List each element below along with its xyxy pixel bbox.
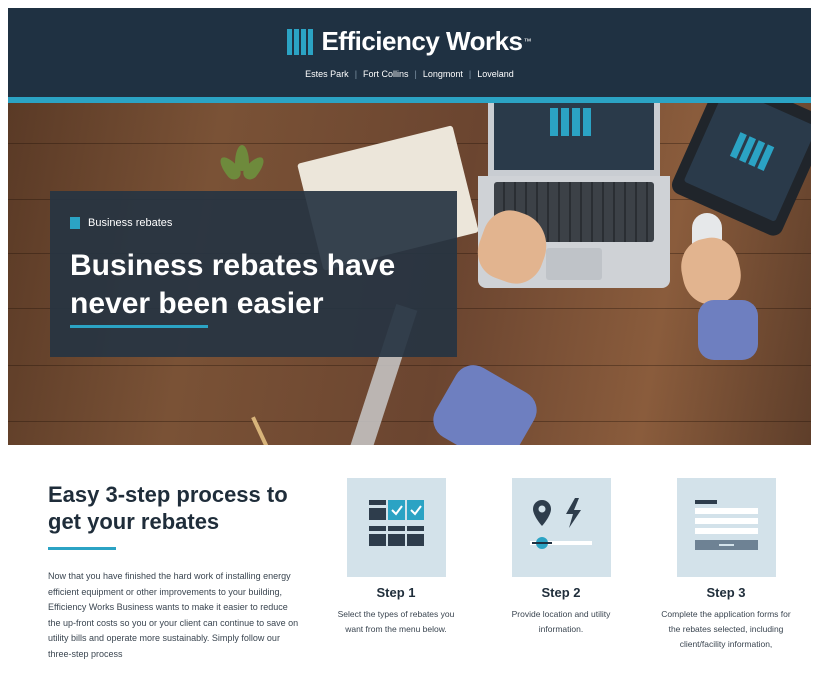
square-bullet-icon <box>70 217 80 229</box>
site-header: Efficiency Works ™ Estes Park | Fort Col… <box>8 8 811 99</box>
city-link-estes-park[interactable]: Estes Park <box>305 69 349 79</box>
process-description: Now that you have finished the hard work… <box>48 571 299 659</box>
application-form-icon <box>676 478 776 577</box>
city-link-longmont[interactable]: Longmont <box>423 69 463 79</box>
checklist-grid-icon <box>346 478 446 577</box>
brand-name: Efficiency Works <box>321 26 523 56</box>
process-title-underline <box>48 547 116 550</box>
city-separator: | <box>414 69 417 79</box>
tablet-image <box>668 103 811 239</box>
plant-image <box>213 143 273 183</box>
city-link-loveland[interactable]: Loveland <box>477 69 514 79</box>
laptop-screen-image <box>488 103 660 176</box>
efficiency-works-logo-icon <box>550 108 594 136</box>
left-sleeve-image <box>426 357 544 445</box>
efficiency-works-logo-icon <box>729 132 777 172</box>
step-1-description: Select the types of rebates you want fro… <box>337 609 455 634</box>
step-1: Step 1 Select the types of rebates you w… <box>331 478 461 637</box>
step-1-title: Step 1 <box>376 585 416 600</box>
hero-eyebrow-label: Business rebates <box>88 217 173 229</box>
step-2-title: Step 2 <box>541 585 581 600</box>
hero-eyebrow: Business rebates <box>70 217 172 229</box>
process-title: Easy 3-step process to get your rebates <box>48 482 288 534</box>
city-nav: Estes Park | Fort Collins | Longmont | L… <box>8 69 811 79</box>
efficiency-works-logo-icon <box>287 28 315 55</box>
hero-title: Business rebates have never been easier <box>70 249 396 320</box>
trackpad-image <box>546 248 602 280</box>
step-2: Step 2 Provide location and utility info… <box>496 478 626 637</box>
step-3-description: Complete the application forms for the r… <box>661 609 791 649</box>
location-utility-icon <box>511 478 611 577</box>
hero-card: Business rebates Business rebates have n… <box>50 191 457 357</box>
right-hand-image <box>675 232 747 310</box>
brand[interactable]: Efficiency Works ™ <box>8 26 811 57</box>
step-3: Step 3 Complete the application forms fo… <box>661 478 791 652</box>
right-sleeve-image <box>698 300 758 360</box>
hero-title-underline <box>70 325 208 328</box>
step-3-title: Step 3 <box>706 585 746 600</box>
city-separator: | <box>354 69 358 79</box>
city-link-fort-collins[interactable]: Fort Collins <box>363 69 409 79</box>
step-2-description: Provide location and utility information… <box>511 609 611 634</box>
trademark-mark: ™ <box>523 37 532 46</box>
city-separator: | <box>468 69 472 79</box>
